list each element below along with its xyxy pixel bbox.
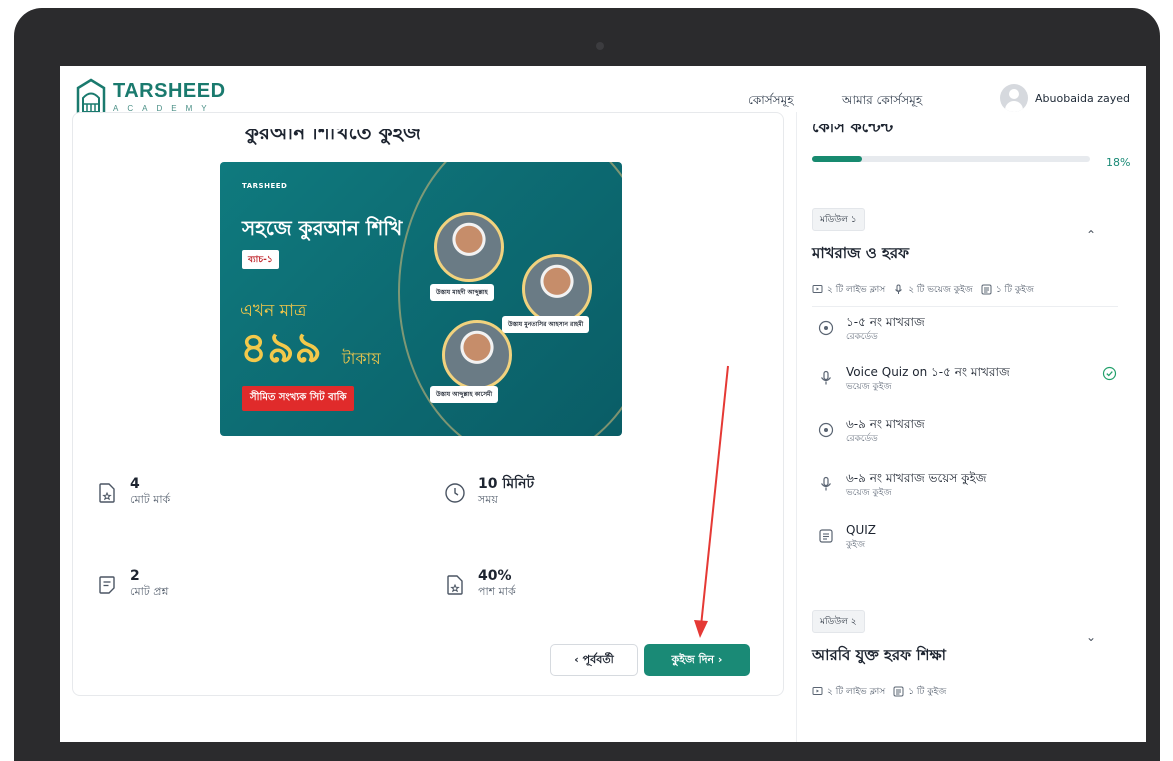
clock-icon xyxy=(445,483,465,503)
course-progress-percent: 18% xyxy=(1106,156,1131,169)
microphone-icon xyxy=(821,370,831,385)
banner-limited-seats: সীমিত সংখ্যক সিট বাকি xyxy=(242,386,355,411)
total-questions-value: 2 xyxy=(130,568,140,584)
banner-brand: TARSHEED xyxy=(242,182,288,190)
lesson-item[interactable]: ১-৫ নং মাখরাজ রেকর্ডেড xyxy=(818,314,925,345)
lesson-type: ভয়েজ কুইজ xyxy=(846,382,892,392)
lesson-type: রেকর্ডেড xyxy=(846,332,878,342)
teacher-label-1: উস্তায মাহদী আব্দুল্লাহ xyxy=(430,284,494,301)
mosque-logo-icon xyxy=(76,78,106,116)
play-circle-icon xyxy=(818,320,834,336)
microphone-icon xyxy=(821,476,831,491)
teacher-photo-1 xyxy=(434,212,504,282)
lesson-item[interactable]: QUIZ কুইজ xyxy=(818,522,876,553)
teacher-photo-2 xyxy=(522,254,592,324)
lesson-title: ১-৫ নং মাখরাজ xyxy=(846,315,925,329)
stat-total-questions: 2 মোট প্রশ্ন xyxy=(96,568,168,599)
camera-dot xyxy=(596,42,604,50)
module-1-divider xyxy=(812,306,1118,307)
chevron-down-icon[interactable]: ⌄ xyxy=(1086,630,1096,644)
lesson-type: কুইজ xyxy=(846,540,866,550)
live-class-icon xyxy=(812,285,823,293)
previous-button[interactable]: ‹ পূর্ববর্তী xyxy=(550,644,638,676)
play-circle-icon xyxy=(818,422,834,438)
course-banner-image: TARSHEED সহজে কুরআন শিখি ব্যাচ-১ এখন মাত… xyxy=(220,162,622,436)
list-quiz-icon xyxy=(819,529,833,543)
stat-total-marks: 4 মোট মার্ক xyxy=(96,476,170,507)
nav-courses-link[interactable]: কোর্সসমূহ xyxy=(748,92,794,112)
course-progress-bar xyxy=(812,156,1090,162)
lesson-title: QUIZ xyxy=(846,523,876,537)
lesson-item[interactable]: ৬-৯ নং মাখরাজ রেকর্ডেড xyxy=(818,416,925,447)
lesson-title: Voice Quiz on ১-৫ নং মাখরাজ xyxy=(846,365,1010,379)
module-2-title[interactable]: আরবি যুক্ত হরফ শিক্ষা xyxy=(812,644,946,669)
banner-headline: সহজে কুরআন শিখি xyxy=(242,216,403,240)
academy-logo[interactable]: TARSHEED ACADEMY xyxy=(74,78,226,116)
total-marks-value: 4 xyxy=(130,476,140,492)
total-questions-label: মোট প্রশ্ন xyxy=(130,585,169,598)
document-star-icon xyxy=(99,483,115,503)
note-lines-icon xyxy=(99,576,115,594)
nav-my-courses-link[interactable]: আমার কোর্সসমূহ xyxy=(842,92,922,112)
module-2-live-count: ২ টি লাইভ ক্লাস xyxy=(827,687,886,697)
stat-time: 10 মিনিট সময় xyxy=(444,476,534,507)
lesson-type: রেকর্ডেড xyxy=(846,434,878,444)
lesson-title: ৬-৯ নং মাখরাজ xyxy=(846,417,925,431)
sidebar-divider xyxy=(796,112,797,742)
module-1-title[interactable]: মাখরাজ ও হরফ xyxy=(812,242,909,267)
course-progress-fill xyxy=(812,156,863,162)
time-label: সময় xyxy=(478,493,498,506)
take-quiz-button[interactable]: কুইজ দিন › xyxy=(644,644,750,676)
pass-mark-value: 40% xyxy=(478,568,512,584)
live-class-icon xyxy=(812,687,823,695)
lesson-item[interactable]: Voice Quiz on ১-৫ নং মাখরাজ ভয়েজ কুইজ xyxy=(818,364,1010,395)
teacher-label-3: উস্তায আব্দুল্লাহ কাসেমী xyxy=(430,386,499,403)
module-2-meta: ২ টি লাইভ ক্লাস ১ টি কুইজ xyxy=(812,684,946,699)
lesson-type: ভয়েজ কুইজ xyxy=(846,488,892,498)
chevron-up-icon[interactable]: ⌃ xyxy=(1086,228,1096,242)
module-1-meta: ২ টি লাইভ ক্লাস ২ টি ভয়েজ কুইজ ১ টি কুই… xyxy=(812,282,1034,297)
module-1-live-count: ২ টি লাইভ ক্লাস xyxy=(827,285,886,295)
module-1-badge: মডিউল ১ xyxy=(812,208,865,231)
module-2-badge: মডিউল ২ xyxy=(812,610,865,633)
user-name: Abuobaida zayed xyxy=(1035,91,1130,105)
completed-check-icon xyxy=(1102,366,1117,381)
list-quiz-icon xyxy=(893,686,904,697)
list-quiz-icon xyxy=(981,284,992,295)
banner-batch-badge: ব্যাচ-১ xyxy=(242,250,279,269)
microphone-icon xyxy=(895,284,903,294)
banner-price: ৪৯৯ xyxy=(240,323,322,372)
stat-pass-mark: 40% পাশ মার্ক xyxy=(444,568,516,599)
browser-screen: TARSHEED ACADEMY কোর্সসমূহ আমার কোর্সসমূ… xyxy=(60,66,1146,742)
banner-now-only: এখন মাত্র xyxy=(240,301,307,321)
teacher-label-2: উস্তায মুনতাসির আহসান রাহমী xyxy=(502,316,590,333)
pass-mark-label: পাশ মার্ক xyxy=(478,585,516,598)
avatar xyxy=(1000,84,1028,112)
document-star-icon xyxy=(447,575,463,595)
module-1-quiz-count: ১ টি কুইজ xyxy=(995,285,1034,295)
banner-currency: টাকায় xyxy=(342,349,381,368)
total-marks-label: মোট মার্ক xyxy=(130,493,171,506)
teacher-photo-3 xyxy=(442,320,512,390)
lesson-item[interactable]: ৬-৯ নং মাখরাজ ভয়েস কুইজ ভয়েজ কুইজ xyxy=(818,470,986,501)
user-menu[interactable]: Abuobaida zayed xyxy=(1000,84,1130,112)
logo-title: TARSHEED xyxy=(113,80,226,102)
time-value: 10 মিনিট xyxy=(478,476,535,492)
device-frame: TARSHEED ACADEMY কোর্সসমূহ আমার কোর্সসমূ… xyxy=(14,8,1160,761)
lesson-title: ৬-৯ নং মাখরাজ ভয়েস কুইজ xyxy=(846,471,987,485)
module-2-quiz-count: ১ টি কুইজ xyxy=(908,687,947,697)
module-1-voice-quiz-count: ২ টি ভয়েজ কুইজ xyxy=(908,285,973,295)
